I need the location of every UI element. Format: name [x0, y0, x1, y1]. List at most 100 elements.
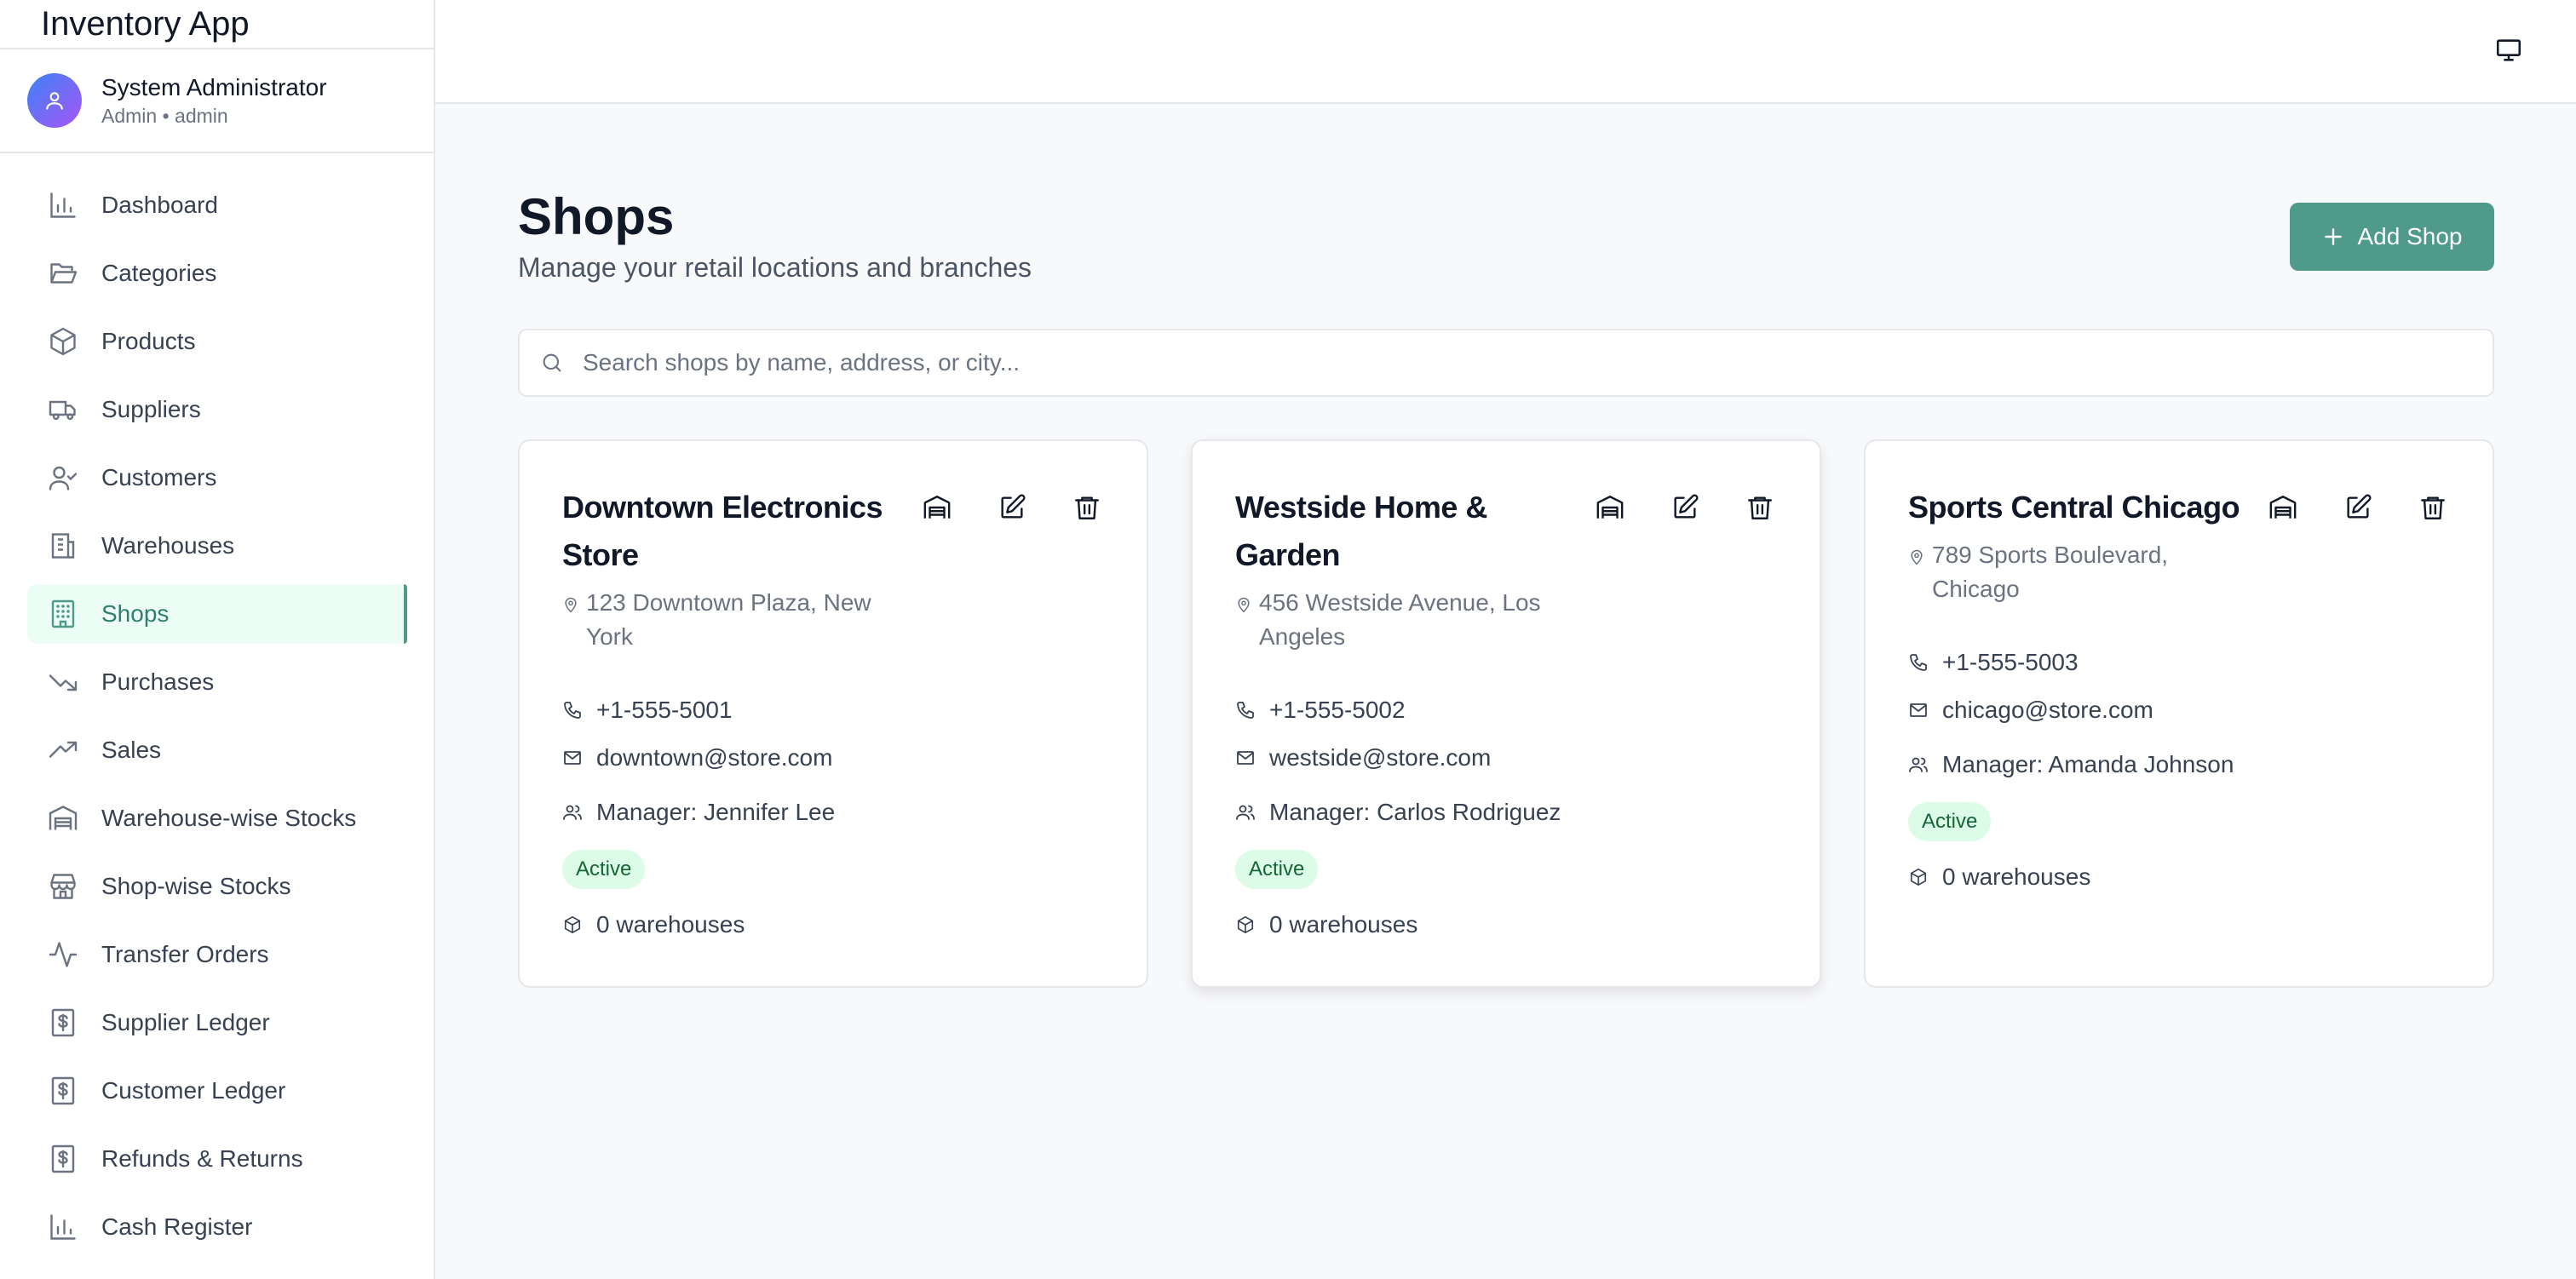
- sidebar-item-label: Sales: [101, 737, 162, 763]
- edit-icon[interactable]: [1670, 492, 1700, 523]
- shop-warehouse-count: 0 warehouses: [1942, 863, 2091, 890]
- shop-email: westside@store.com: [1269, 744, 1492, 771]
- sidebar-item-sales[interactable]: Sales: [27, 720, 407, 780]
- avatar: [27, 73, 82, 128]
- shop-card: Sports Central Chicago 789 Sports Boulev…: [1864, 439, 2494, 988]
- sidebar-item-suppliers[interactable]: Suppliers: [27, 380, 407, 439]
- sidebar-item-label: Supplier Ledger: [101, 1009, 270, 1035]
- map-pin-icon: [1235, 596, 1254, 613]
- sidebar-item-refunds-returns[interactable]: Refunds & Returns: [27, 1129, 407, 1189]
- edit-icon[interactable]: [997, 492, 1027, 523]
- sidebar-item-warehouses[interactable]: Warehouses: [27, 516, 407, 576]
- top-bar: [435, 0, 2576, 104]
- sidebar-item-label: Transfer Orders: [101, 941, 269, 967]
- sidebar-item-label: Refunds & Returns: [101, 1145, 303, 1172]
- sidebar-item-purchases[interactable]: Purchases: [27, 652, 407, 712]
- sidebar-item-label: Categories: [101, 260, 217, 286]
- warehouse-icon[interactable]: [922, 492, 952, 523]
- shop-card: Downtown Electronics Store 123 Downtown …: [518, 439, 1148, 988]
- shop-name: Westside Home & Garden: [1235, 490, 1487, 572]
- users-icon: [562, 802, 583, 823]
- sidebar-item-cash-register[interactable]: Cash Register: [27, 1197, 407, 1257]
- sidebar-item-customer-ledger[interactable]: Customer Ledger: [27, 1061, 407, 1121]
- edit-icon[interactable]: [2343, 492, 2373, 523]
- sidebar-item-label: Shops: [101, 600, 170, 627]
- shop-cards: Downtown Electronics Store 123 Downtown …: [518, 439, 2494, 988]
- truck-icon: [46, 393, 80, 427]
- shop-email: chicago@store.com: [1942, 697, 2153, 723]
- trash-icon[interactable]: [2418, 492, 2448, 523]
- mail-icon: [1235, 748, 1256, 768]
- sidebar-item-label: Purchases: [101, 668, 215, 695]
- mail-icon: [1908, 700, 1929, 720]
- sidebar-item-label: Warehouses: [101, 532, 235, 559]
- search-input[interactable]: [583, 349, 2457, 376]
- sidebar-item-label: Customers: [101, 464, 217, 490]
- activity-icon: [46, 938, 80, 972]
- trending-down-icon: [46, 665, 80, 699]
- sidebar-nav: Dashboard Categories Products Suppliers …: [0, 153, 434, 1257]
- warehouse-icon: [46, 801, 80, 835]
- bar-chart-icon: [46, 188, 80, 222]
- shop-phone: +1-555-5003: [1942, 649, 2079, 675]
- map-pin-icon: [1908, 548, 1927, 565]
- shop-phone: +1-555-5001: [596, 697, 733, 723]
- folder-open-icon: [46, 256, 80, 290]
- user-icon: [46, 92, 63, 110]
- sidebar-item-supplier-ledger[interactable]: Supplier Ledger: [27, 993, 407, 1052]
- status-badge: Active: [1908, 802, 1992, 841]
- sidebar-item-categories[interactable]: Categories: [27, 244, 407, 303]
- sidebar-item-dashboard[interactable]: Dashboard: [27, 175, 407, 235]
- sidebar-item-label: Warehouse-wise Stocks: [101, 805, 357, 831]
- page-title: Shops: [518, 188, 675, 245]
- user-role: Admin • admin: [101, 105, 228, 127]
- trash-icon[interactable]: [1745, 492, 1775, 523]
- phone-icon: [1235, 700, 1256, 720]
- trash-icon[interactable]: [1072, 492, 1102, 523]
- dollar-receipt-icon: [46, 1006, 80, 1040]
- building-grid-icon: [46, 597, 80, 631]
- shop-name: Sports Central Chicago: [1908, 490, 2240, 525]
- user-profile[interactable]: System Administrator Admin • admin: [0, 49, 434, 153]
- search-box: [518, 329, 2494, 397]
- shop-address: 789 Sports Boulevard, Chicago: [1932, 542, 2169, 602]
- phone-icon: [562, 700, 583, 720]
- search-icon: [540, 351, 564, 375]
- warehouse-icon[interactable]: [2268, 492, 2298, 523]
- shop-address: 123 Downtown Plaza, New York: [586, 589, 871, 650]
- sidebar-item-label: Products: [101, 328, 196, 354]
- status-badge: Active: [1235, 850, 1319, 889]
- sidebar: Inventory App System Administrator Admin…: [0, 0, 435, 1279]
- warehouse-icon[interactable]: [1595, 492, 1625, 523]
- shop-actions: [2268, 492, 2448, 523]
- bar-chart-icon: [46, 1210, 80, 1244]
- shop-warehouse-count: 0 warehouses: [1269, 911, 1418, 938]
- sidebar-item-warehouse-wise-stocks[interactable]: Warehouse-wise Stocks: [27, 789, 407, 848]
- sidebar-item-transfer-orders[interactable]: Transfer Orders: [27, 925, 407, 984]
- package-icon: [1235, 915, 1256, 935]
- shop-name: Downtown Electronics Store: [562, 490, 883, 572]
- sidebar-item-customers[interactable]: Customers: [27, 448, 407, 508]
- shop-manager: Manager: Jennifer Lee: [596, 799, 836, 825]
- user-name: System Administrator: [101, 74, 327, 100]
- dollar-receipt-icon: [46, 1142, 80, 1176]
- shop-actions: [922, 492, 1102, 523]
- shop-phone: +1-555-5002: [1269, 697, 1406, 723]
- add-shop-label: Add Shop: [2357, 223, 2463, 249]
- map-pin-icon: [562, 596, 581, 613]
- phone-icon: [1908, 652, 1929, 673]
- plus-icon: [2322, 226, 2344, 248]
- sidebar-item-products[interactable]: Products: [27, 312, 407, 371]
- status-badge: Active: [562, 850, 646, 889]
- user-check-icon: [46, 461, 80, 495]
- page-subtitle: Manage your retail locations and branche…: [518, 252, 1032, 283]
- shop-actions: [1595, 492, 1775, 523]
- package-icon: [1908, 867, 1929, 887]
- shop-address: 456 Westside Avenue, Los Angeles: [1259, 589, 1541, 650]
- sidebar-item-shop-wise-stocks[interactable]: Shop-wise Stocks: [27, 857, 407, 916]
- building-icon: [46, 529, 80, 563]
- monitor-icon[interactable]: [2494, 36, 2523, 65]
- add-shop-button[interactable]: Add Shop: [2290, 203, 2494, 271]
- sidebar-item-shops[interactable]: Shops: [27, 584, 407, 644]
- store-icon: [46, 869, 80, 903]
